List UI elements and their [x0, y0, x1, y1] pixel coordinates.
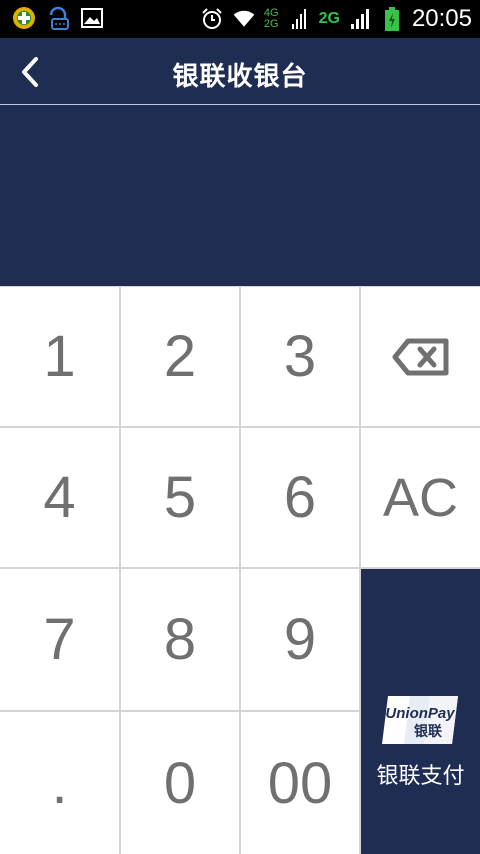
clear-button-label: AC	[382, 467, 458, 528]
key-5-label: 5	[163, 465, 197, 530]
key-decimal-label: .	[51, 750, 68, 816]
unionpay-pay-button[interactable]: UnionPay 银联 银联支付	[361, 569, 480, 854]
pay-button-label: 银联支付	[376, 763, 465, 789]
unionpay-logo-cn-text: 银联	[414, 723, 443, 740]
key-8[interactable]: 8	[121, 569, 239, 710]
signal-icon	[348, 7, 372, 31]
network-2g-badge: 2G	[318, 10, 340, 27]
key-0-label: 0	[163, 750, 197, 816]
navigation-bar: 银联收银台	[0, 38, 480, 105]
key-2-label: 2	[163, 324, 197, 389]
key-3-label: 3	[283, 324, 317, 389]
image-icon	[80, 6, 104, 30]
battery-icon	[380, 7, 404, 31]
key-4-label: 4	[43, 465, 76, 530]
key-7[interactable]: 7	[0, 569, 119, 710]
status-bar: 4G 2G 2G 20:05	[0, 0, 480, 38]
clear-button[interactable]: AC	[361, 428, 480, 567]
network-2g-label: 2G	[263, 18, 279, 30]
key-6[interactable]: 6	[241, 428, 359, 567]
key-3[interactable]: 3	[241, 287, 359, 426]
key-5[interactable]: 5	[121, 428, 239, 567]
unionpay-logo-icon: UnionPay 银联	[381, 695, 458, 744]
key-2[interactable]: 2	[121, 287, 239, 426]
key-1-label: 1	[43, 324, 76, 389]
key-9-label: 9	[283, 607, 317, 672]
backspace-icon	[392, 338, 448, 375]
key-4[interactable]: 4	[0, 428, 119, 567]
wifi-icon	[232, 7, 256, 31]
key-0[interactable]: 0	[121, 712, 239, 854]
unionpay-logo-text: UnionPay	[385, 705, 455, 722]
key-00[interactable]: 00	[241, 712, 359, 854]
keypad: 1 2 3 4 5 6 AC 7 8 9 . 0 00 UnionPay 银联 …	[0, 286, 480, 854]
key-1[interactable]: 1	[0, 287, 119, 426]
alarm-icon	[200, 7, 224, 31]
key-7-label: 7	[43, 607, 76, 672]
network-type-indicator: 4G 2G	[264, 8, 279, 30]
signal-icon-1	[287, 7, 311, 31]
key-6-label: 6	[283, 465, 317, 530]
key-00-label: 00	[267, 750, 333, 816]
key-9[interactable]: 9	[241, 569, 359, 710]
key-8-label: 8	[163, 607, 197, 672]
clock: 20:05	[411, 5, 472, 32]
amount-display	[0, 106, 480, 286]
key-decimal[interactable]: .	[0, 712, 119, 854]
page-title: 银联收银台	[172, 62, 308, 92]
chat-notification-icon	[46, 6, 70, 30]
backspace-button[interactable]	[361, 287, 480, 426]
app-icon	[12, 6, 36, 30]
